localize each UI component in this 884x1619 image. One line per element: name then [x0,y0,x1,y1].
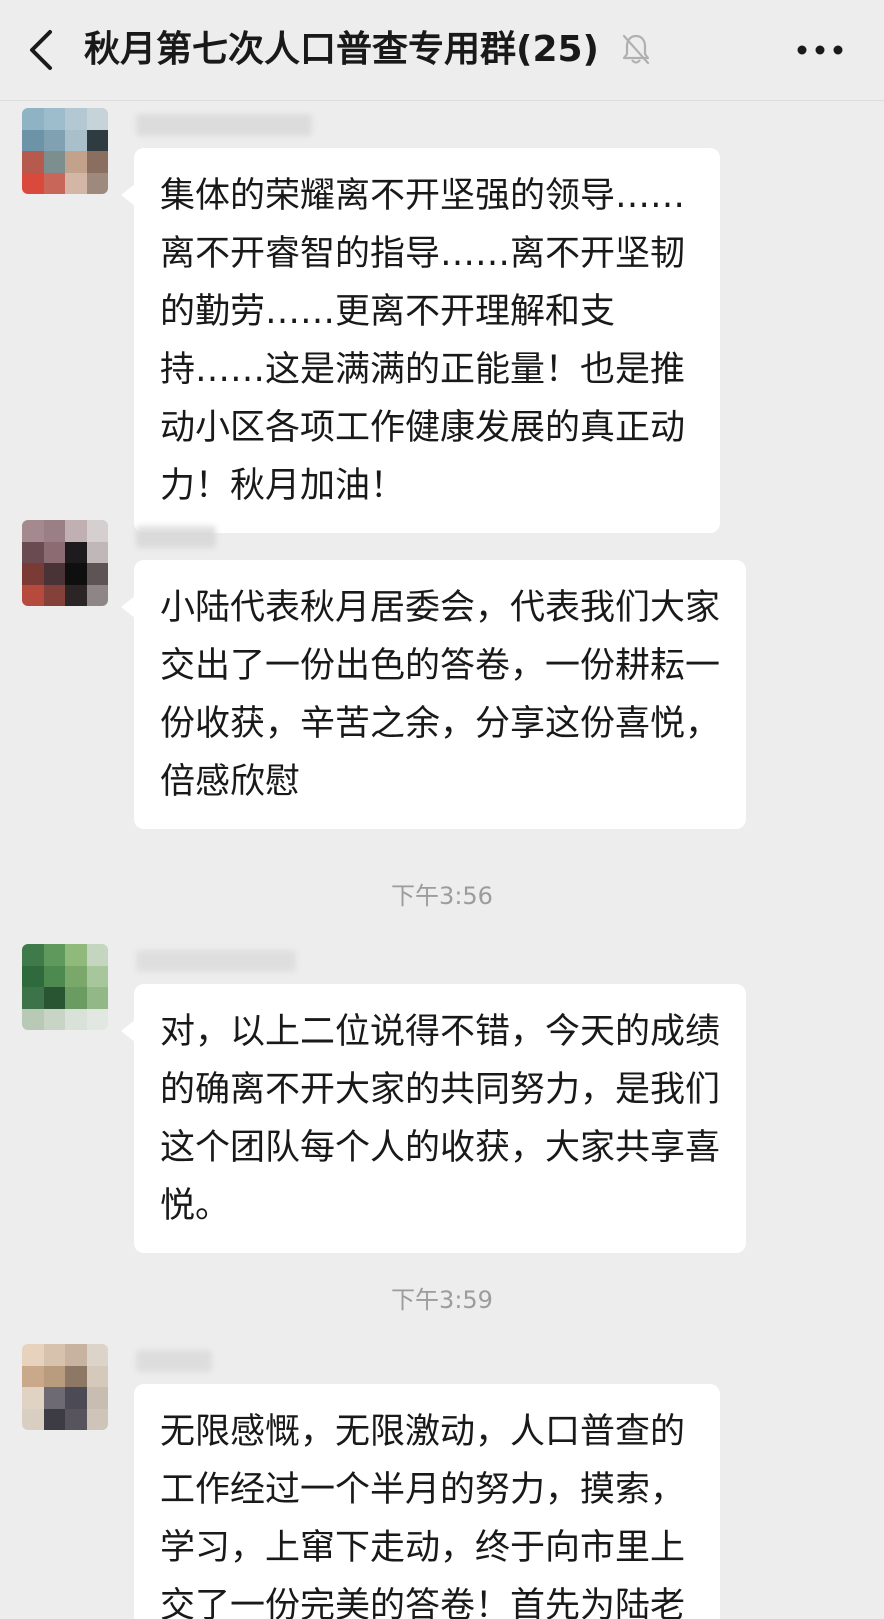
chat-screen: 秋月第七次人口普查专用群(25) 集体的荣耀离不开坚强的领导……离不开睿智的指导… [0,0,884,1619]
message-bubble[interactable]: 小陆代表秋月居委会，代表我们大家交出了一份出色的答卷，一份耕耘一份收获，辛苦之余… [121,560,746,829]
message-bubble[interactable]: 集体的荣耀离不开坚强的领导……离不开睿智的指导……离不开坚韧的勤劳……更离不开理… [121,148,720,533]
chat-header: 秋月第七次人口普查专用群(25) [0,0,884,101]
message-bubble[interactable]: 对，以上二位说得不错，今天的成绩的确离不开大家的共同努力，是我们这个团队每个人的… [121,984,746,1253]
sender-name-blurred [136,526,216,548]
avatar[interactable] [22,108,108,194]
more-dots-icon [797,45,843,55]
chat-title: 秋月第七次人口普查专用群(25) [84,29,600,70]
back-button[interactable] [18,22,68,78]
timestamp: 下午3:56 [391,882,493,910]
timestamp: 下午3:59 [391,1286,493,1314]
sender-name-blurred [136,950,296,972]
sender-name-blurred [136,1350,212,1372]
avatar[interactable] [22,1344,108,1430]
avatar[interactable] [22,944,108,1030]
bell-muted-icon [622,34,650,65]
avatar[interactable] [22,520,108,606]
more-options-button[interactable] [790,30,850,70]
chevron-left-icon [30,30,52,70]
message-bubble[interactable]: 无限感慨，无限激动，人口普查的工作经过一个半月的努力，摸索，学习，上窜下走动，终… [134,1384,720,1619]
sender-name-blurred [136,114,312,136]
